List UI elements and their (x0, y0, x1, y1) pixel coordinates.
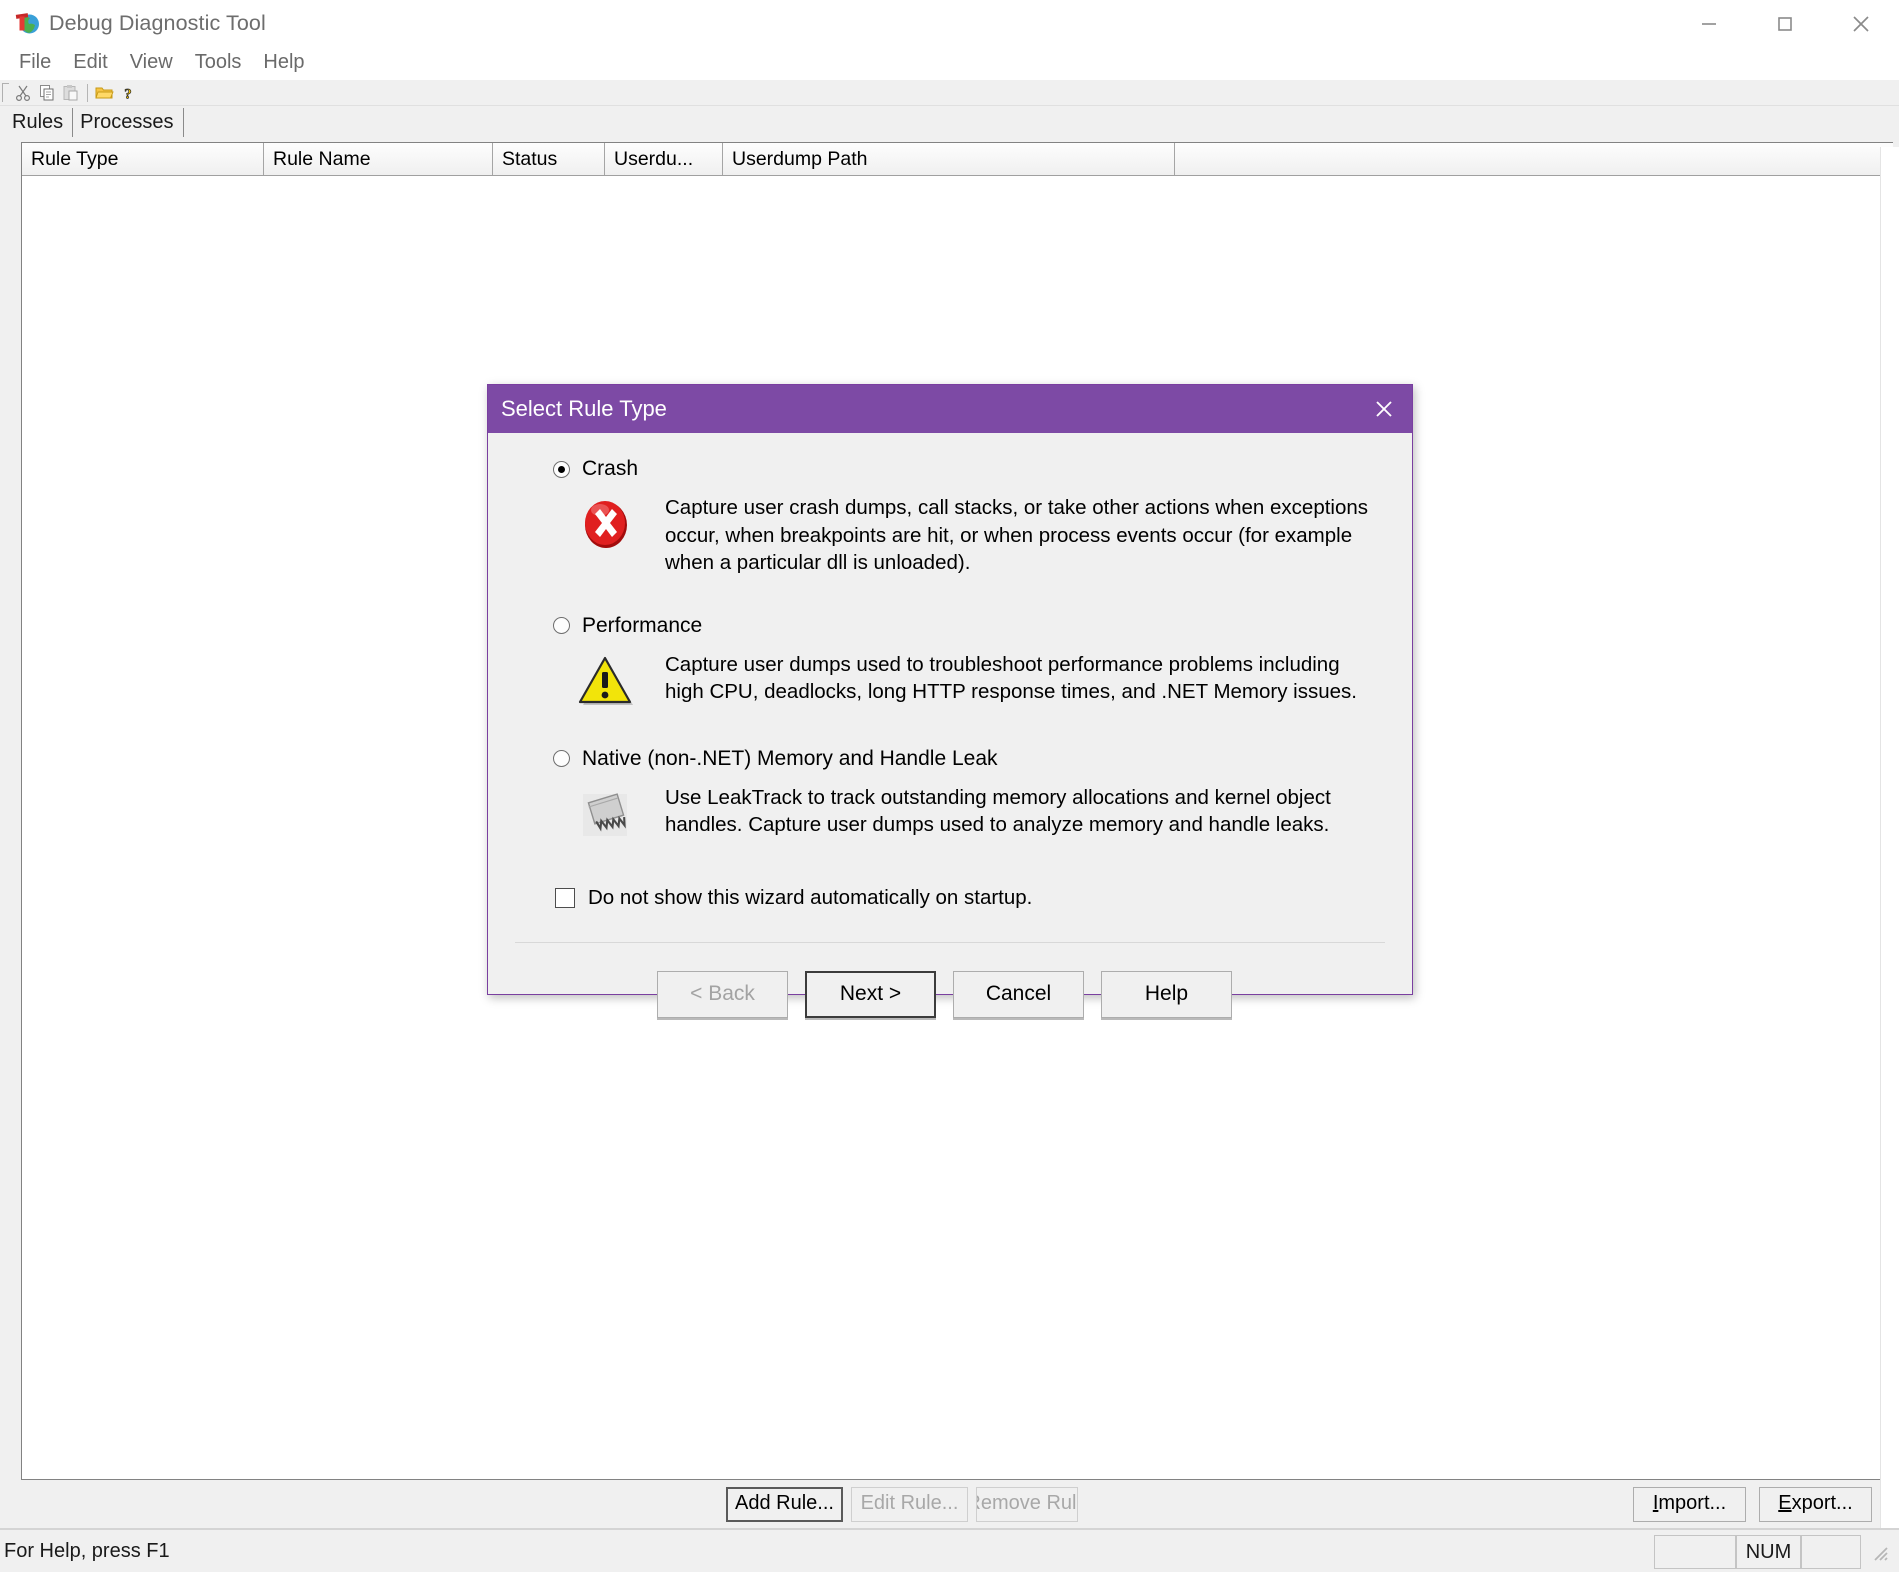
status-bar-panels: NUM (1654, 1534, 1891, 1570)
column-header-userdump-path[interactable]: Userdump Path (723, 143, 1175, 175)
column-header-filler (1175, 143, 1893, 175)
dialog-body: Crash Capture user crash dumps, call sta… (488, 433, 1412, 1018)
tab-strip: Rules Processes (0, 106, 1899, 137)
toolbar: ? (0, 80, 1899, 106)
dialog-separator (515, 941, 1385, 943)
menu-item-help[interactable]: Help (252, 50, 315, 77)
status-bar-message: For Help, press F1 (4, 1539, 170, 1562)
memory-chip-icon (575, 784, 637, 842)
cancel-button[interactable]: Cancel (953, 970, 1084, 1018)
option-crash-description-row: Capture user crash dumps, call stacks, o… (575, 494, 1390, 577)
tab-rules[interactable]: Rules (5, 108, 74, 137)
export-button[interactable]: Export... (1759, 1486, 1872, 1522)
dialog-title-bar: Select Rule Type (488, 385, 1412, 433)
paste-icon (59, 82, 83, 104)
help-button[interactable]: Help (1101, 970, 1232, 1018)
option-native-leak-label: Native (non-.NET) Memory and Handle Leak (582, 746, 998, 770)
export-accel: E (1778, 1492, 1792, 1514)
tab-processes[interactable]: Processes (73, 108, 184, 137)
column-header-rule-name[interactable]: Rule Name (264, 143, 493, 175)
open-folder-icon[interactable] (92, 82, 116, 104)
option-native-leak-description: Use LeakTrack to track outstanding memor… (665, 785, 1331, 837)
option-crash[interactable]: Crash (553, 457, 1390, 481)
rules-action-bar: Add Rule... Edit Rule... Remove Rule Imp… (21, 1480, 1893, 1528)
minimize-button[interactable] (1671, 0, 1747, 47)
status-panel-num: NUM (1736, 1535, 1801, 1569)
resize-grip-icon[interactable] (1867, 1540, 1891, 1564)
option-crash-description: Capture user crash dumps, call stacks, o… (665, 496, 1369, 574)
suppress-wizard-row[interactable]: Do not show this wizard automatically on… (555, 886, 1390, 910)
error-circle-icon (575, 494, 637, 577)
status-panel-1 (1654, 1535, 1736, 1569)
svg-text:?: ? (124, 86, 132, 102)
option-performance-description-row: Capture user dumps used to troubleshoot … (575, 651, 1390, 709)
menu-item-edit[interactable]: Edit (62, 50, 118, 77)
radio-native-leak[interactable] (553, 750, 570, 767)
toolbar-separator (87, 83, 88, 102)
cut-icon[interactable] (11, 82, 35, 104)
maximize-button[interactable] (1747, 0, 1823, 47)
warning-triangle-icon (575, 651, 637, 709)
add-rule-button[interactable]: Add Rule... (726, 1486, 843, 1522)
menu-bar: File Edit View Tools Help (0, 47, 1899, 80)
next-button[interactable]: Next > (805, 970, 936, 1018)
dialog-close-button[interactable] (1356, 385, 1412, 433)
export-label-rest: xport... (1791, 1492, 1853, 1514)
import-export-buttons: Import... Export... (1633, 1486, 1872, 1522)
menu-item-tools[interactable]: Tools (184, 50, 253, 77)
dialog-button-row: < Back Next > Cancel Help (510, 970, 1390, 1018)
menu-item-view[interactable]: View (119, 50, 184, 77)
radio-crash[interactable] (553, 460, 570, 478)
rules-list-header: Rule Type Rule Name Status Userdu... Use… (22, 143, 1893, 176)
status-panel-3 (1801, 1535, 1861, 1569)
edit-rule-button[interactable]: Edit Rule... (851, 1486, 968, 1522)
dialog-title: Select Rule Type (501, 396, 667, 421)
radio-performance[interactable] (553, 617, 570, 634)
import-button[interactable]: Import... (1633, 1486, 1746, 1522)
vertical-scrollbar[interactable] (1880, 147, 1899, 1528)
option-performance[interactable]: Performance (553, 614, 1390, 638)
close-button[interactable] (1823, 0, 1899, 47)
window-title: Debug Diagnostic Tool (49, 11, 266, 35)
rule-action-buttons: Add Rule... Edit Rule... Remove Rule (726, 1486, 1078, 1522)
window-controls (1671, 0, 1899, 47)
option-crash-label: Crash (582, 457, 639, 480)
column-header-status[interactable]: Status (493, 143, 605, 175)
debug-diagnostic-tool-icon (10, 9, 40, 39)
back-button[interactable]: < Back (657, 970, 788, 1018)
toolbar-grip[interactable] (2, 83, 9, 102)
suppress-wizard-checkbox[interactable] (555, 887, 575, 908)
help-question-icon[interactable]: ? (116, 82, 140, 104)
title-bar: Debug Diagnostic Tool (0, 0, 1899, 47)
option-performance-label: Performance (582, 613, 703, 637)
suppress-wizard-label: Do not show this wizard automatically on… (588, 885, 1033, 909)
column-header-rule-type[interactable]: Rule Type (22, 143, 264, 175)
column-header-userdump[interactable]: Userdu... (605, 143, 723, 175)
select-rule-type-dialog: Select Rule Type Crash Capture user cras… (487, 384, 1413, 1018)
option-native-leak-description-row: Use LeakTrack to track outstanding memor… (575, 784, 1390, 842)
option-native-leak[interactable]: Native (non-.NET) Memory and Handle Leak (553, 747, 1390, 771)
menu-item-file[interactable]: File (8, 50, 62, 77)
copy-icon[interactable] (35, 82, 59, 104)
import-label-rest: mport... (1658, 1492, 1727, 1514)
option-performance-description: Capture user dumps used to troubleshoot … (665, 652, 1357, 704)
remove-rule-button[interactable]: Remove Rule (976, 1486, 1078, 1522)
status-bar: For Help, press F1 NUM (0, 1528, 1899, 1572)
